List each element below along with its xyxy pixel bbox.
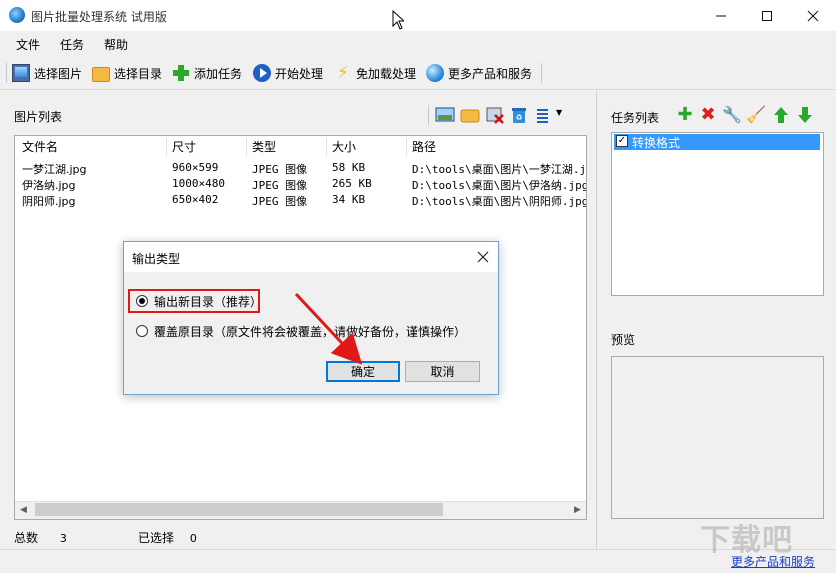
wrench-icon[interactable]: 🔧 xyxy=(722,106,742,124)
add-image-icon[interactable] xyxy=(435,106,455,124)
globe-icon xyxy=(426,64,444,82)
table-row-path: D:\tools\桌面\图片\伊洛纳.jpg xyxy=(412,179,586,192)
column-header-size[interactable]: 大小 xyxy=(332,137,356,157)
menu-help[interactable]: 帮助 xyxy=(104,36,128,53)
table-row-path: D:\tools\桌面\图片\一梦江湖.jpg xyxy=(412,163,586,176)
total-count: 总数 3 xyxy=(14,529,67,546)
table-row-filename[interactable]: 一梦江湖.jpg xyxy=(22,161,87,177)
selected-count: 已选择 0 xyxy=(138,529,197,546)
table-row-type: JPEG 图像 xyxy=(252,163,308,176)
preview-title: 预览 xyxy=(611,333,636,347)
more-products-button[interactable]: 更多产品和服务 xyxy=(426,62,532,84)
more-products-label: 更多产品和服务 xyxy=(448,66,533,81)
load-free-processing-label: 免加载处理 xyxy=(356,66,417,81)
table-row-filename[interactable]: 阴阳师.jpg xyxy=(22,193,76,209)
start-processing-label: 开始处理 xyxy=(275,66,324,81)
menu-file[interactable]: 文件 xyxy=(16,36,40,53)
dialog-title-bar xyxy=(124,242,498,272)
select-directory-button[interactable]: 选择目录 xyxy=(92,62,162,84)
more-products-link[interactable]: 更多产品和服务 xyxy=(731,553,815,570)
maximize-icon[interactable] xyxy=(744,0,790,31)
task-item-label: 转换格式 xyxy=(632,136,681,150)
selected-value: 0 xyxy=(189,532,197,545)
new-directory-radio[interactable] xyxy=(136,295,148,307)
table-row-path: D:\tools\桌面\图片\阴阳师.jpg xyxy=(412,195,586,208)
ok-button[interactable]: 确定 xyxy=(326,361,400,382)
table-row-size: 34 KB xyxy=(332,193,366,206)
menu-task[interactable]: 任务 xyxy=(60,36,84,53)
dialog-title: 输出类型 xyxy=(132,252,181,266)
scrollbar-thumb[interactable] xyxy=(35,503,443,516)
select-images-label: 选择图片 xyxy=(34,66,83,81)
scroll-left-icon[interactable]: ◀ xyxy=(15,501,32,518)
window-title: 图片批量处理系统 试用版 xyxy=(31,10,167,24)
column-header-type[interactable]: 类型 xyxy=(252,137,276,157)
table-row-filename[interactable]: 伊洛纳.jpg xyxy=(22,177,76,193)
broom-icon[interactable]: 🧹 xyxy=(746,106,766,124)
column-header-dimensions[interactable]: 尺寸 xyxy=(172,137,196,157)
column-header-filename[interactable]: 文件名 xyxy=(22,137,58,157)
task-list-title: 任务列表 xyxy=(611,111,660,125)
column-divider[interactable] xyxy=(246,138,247,156)
recycle-bin-icon[interactable]: ♻ xyxy=(509,106,529,124)
toolbar-separator xyxy=(541,63,542,83)
select-images-button[interactable]: 选择图片 xyxy=(12,62,82,84)
table-row-dimensions: 1000×480 xyxy=(172,177,225,190)
toolbar-grip xyxy=(6,63,7,83)
column-divider[interactable] xyxy=(166,138,167,156)
new-directory-label[interactable]: 输出新目录（推荐） xyxy=(154,293,262,310)
load-free-processing-button[interactable]: ⚡ 免加载处理 xyxy=(334,62,416,84)
panel-divider[interactable] xyxy=(596,91,597,549)
folder-icon xyxy=(92,66,110,82)
add-task-label: 添加任务 xyxy=(194,66,243,81)
move-down-icon[interactable] xyxy=(796,106,814,124)
preview-area xyxy=(611,356,824,519)
dialog-close-icon[interactable] xyxy=(470,245,496,269)
add-task-button[interactable]: 添加任务 xyxy=(172,62,242,84)
add-task-icon[interactable]: ✚ xyxy=(676,106,694,124)
total-value: 3 xyxy=(59,532,67,545)
table-row-type: JPEG 图像 xyxy=(252,195,308,208)
select-directory-label: 选择目录 xyxy=(114,66,163,81)
column-header-path[interactable]: 路径 xyxy=(412,137,436,157)
cancel-button[interactable]: 取消 xyxy=(405,361,480,382)
plus-icon xyxy=(172,64,190,82)
mouse-cursor-icon xyxy=(392,10,404,30)
overwrite-directory-label[interactable]: 覆盖原目录（原文件将会被覆盖，请做好备份，谨慎操作） xyxy=(154,323,466,340)
play-icon xyxy=(253,64,271,82)
view-dropdown-icon[interactable]: ▼ xyxy=(556,108,562,117)
column-divider[interactable] xyxy=(326,138,327,156)
scroll-right-icon[interactable]: ▶ xyxy=(569,501,586,518)
list-toolbar-grip xyxy=(428,105,429,125)
total-label: 总数 xyxy=(14,531,39,545)
view-list-icon[interactable] xyxy=(534,106,554,124)
table-row-size: 58 KB xyxy=(332,161,366,174)
add-folder-icon[interactable] xyxy=(460,106,480,124)
start-processing-button[interactable]: 开始处理 xyxy=(253,62,323,84)
task-checkbox[interactable]: ✓ xyxy=(616,135,628,147)
minimize-icon[interactable] xyxy=(698,0,744,31)
move-up-icon[interactable] xyxy=(772,106,790,124)
table-row-size: 265 KB xyxy=(332,177,372,190)
image-list-title: 图片列表 xyxy=(14,110,63,124)
overwrite-directory-radio[interactable] xyxy=(136,325,148,337)
remove-image-icon[interactable] xyxy=(485,106,505,124)
monitor-icon xyxy=(12,64,30,82)
close-icon[interactable] xyxy=(790,0,836,31)
delete-task-icon[interactable]: ✖ xyxy=(699,106,717,124)
task-list[interactable] xyxy=(611,132,824,296)
column-divider[interactable] xyxy=(406,138,407,156)
table-row-dimensions: 650×402 xyxy=(172,193,219,206)
bolt-icon: ⚡ xyxy=(337,63,349,83)
selected-label: 已选择 xyxy=(138,531,175,545)
table-row-dimensions: 960×599 xyxy=(172,161,219,174)
app-logo-icon xyxy=(9,7,25,23)
svg-text:♻: ♻ xyxy=(515,113,522,122)
table-row-type: JPEG 图像 xyxy=(252,179,308,192)
